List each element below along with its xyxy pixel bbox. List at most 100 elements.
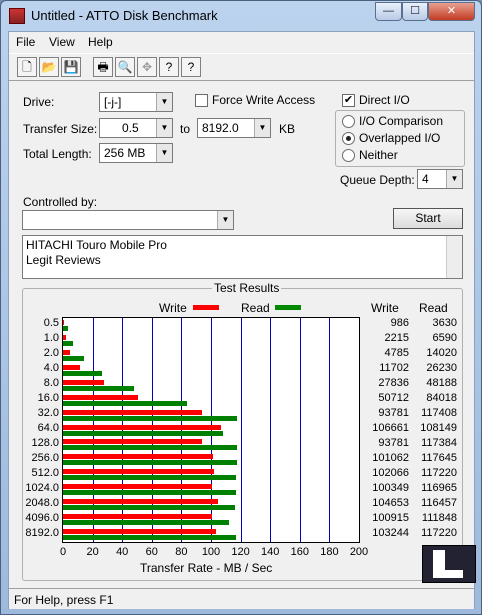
description-textarea[interactable]: HITACHI Touro Mobile Pro Legit Reviews xyxy=(22,235,463,279)
io-comparison-radio[interactable] xyxy=(342,115,355,128)
transfer-size-tick-label: 8192.0 xyxy=(25,526,59,539)
new-icon[interactable]: 🗋 xyxy=(17,57,37,77)
client-area: File View Help 🗋 📂 💾 🖶 🔍 ✥ ? ? Drive: [-… xyxy=(8,31,475,609)
save-icon[interactable]: 💾 xyxy=(61,57,81,77)
io-comparison-label: I/O Comparison xyxy=(359,114,444,128)
menu-help[interactable]: Help xyxy=(88,35,113,49)
write-bar xyxy=(63,439,202,445)
write-legend-swatch xyxy=(193,305,219,310)
overlapped-io-radio[interactable] xyxy=(342,132,355,145)
to-label: to xyxy=(180,122,191,136)
legit-reviews-logo xyxy=(422,545,476,583)
neither-radio[interactable] xyxy=(342,149,355,162)
help-icon[interactable]: ? xyxy=(159,57,179,77)
direct-io-checkbox[interactable]: ✔ xyxy=(342,94,355,107)
overlapped-io-label: Overlapped I/O xyxy=(359,131,441,145)
read-value: 117384 xyxy=(421,436,457,449)
read-bar xyxy=(63,340,73,346)
transfer-size-tick-label: 1.0 xyxy=(43,332,59,345)
menu-view[interactable]: View xyxy=(49,35,75,49)
transfer-size-tick-label: 4.0 xyxy=(43,362,59,375)
write-bar xyxy=(63,499,218,505)
x-tick-label: 200 xyxy=(349,546,369,558)
move-icon[interactable]: ✥ xyxy=(137,57,157,77)
x-tick-label: 140 xyxy=(261,546,280,558)
force-write-checkbox[interactable] xyxy=(195,94,208,107)
neither-label: Neither xyxy=(359,148,398,162)
description-line-1: HITACHI Touro Mobile Pro xyxy=(26,238,167,252)
chevron-down-icon: ▼ xyxy=(446,170,462,188)
write-value: 100915 xyxy=(372,511,409,524)
read-value: 116457 xyxy=(421,496,457,509)
write-value: 93781 xyxy=(378,436,409,449)
write-bar xyxy=(63,334,67,340)
transfer-size-tick-label: 512.0 xyxy=(31,466,59,479)
drive-label: Drive: xyxy=(23,95,55,109)
read-value: 84018 xyxy=(426,392,457,405)
toolbar: 🗋 📂 💾 🖶 🔍 ✥ ? ? xyxy=(9,53,474,81)
start-button[interactable]: Start xyxy=(393,208,463,229)
read-bar xyxy=(63,415,237,421)
controlled-by-select[interactable]: ▼ xyxy=(22,210,234,230)
total-length-select[interactable]: 256 MB ▼ xyxy=(99,143,173,163)
chevron-down-icon: ▼ xyxy=(156,93,172,111)
write-value: 2215 xyxy=(384,332,409,345)
x-tick-label: 20 xyxy=(86,546,99,558)
read-bar xyxy=(63,520,229,526)
title-bar[interactable]: Untitled - ATTO Disk Benchmark — ☐ ✕ xyxy=(1,1,481,31)
description-scrollbar[interactable] xyxy=(446,236,462,278)
transfer-size-tick-label: 8.0 xyxy=(43,377,59,390)
read-value: 117645 xyxy=(421,451,457,464)
transfer-size-tick-label: 2.0 xyxy=(43,347,59,360)
menu-file[interactable]: File xyxy=(16,35,35,49)
kb-unit-label: KB xyxy=(279,122,296,136)
write-value: 106661 xyxy=(372,422,409,434)
queue-depth-label: Queue Depth: xyxy=(340,173,415,187)
drive-select[interactable]: [-j-] ▼ xyxy=(99,92,173,112)
write-value: 100349 xyxy=(372,481,409,494)
write-value: 101062 xyxy=(372,451,409,464)
menu-bar: File View Help xyxy=(9,32,474,52)
print-icon[interactable]: 🖶 xyxy=(93,57,113,77)
read-bar xyxy=(63,505,236,511)
close-button[interactable]: ✕ xyxy=(428,2,475,21)
write-bar xyxy=(63,454,213,460)
force-write-label: Force Write Access xyxy=(212,93,316,107)
read-bar xyxy=(63,385,135,391)
x-tick-label: 120 xyxy=(231,546,250,558)
context-help-icon[interactable]: ? xyxy=(181,57,201,77)
print-preview-icon[interactable]: 🔍 xyxy=(115,57,135,77)
queue-depth-select[interactable]: 4 ▼ xyxy=(417,169,463,189)
write-value: 93781 xyxy=(378,407,409,420)
transfer-size-tick-label: 0.5 xyxy=(43,317,59,330)
read-value: 14020 xyxy=(426,347,457,360)
grid-line xyxy=(270,318,271,542)
read-bar xyxy=(63,325,69,331)
grid-line xyxy=(300,318,301,542)
write-bar xyxy=(63,484,212,490)
transfer-to-select[interactable]: 8192.0 ▼ xyxy=(197,118,271,138)
chevron-down-icon: ▼ xyxy=(156,119,172,137)
read-bar xyxy=(63,475,237,481)
write-value: 986 xyxy=(390,317,409,330)
read-bar xyxy=(63,370,102,376)
open-icon[interactable]: 📂 xyxy=(39,57,59,77)
minimize-button[interactable]: — xyxy=(375,2,402,21)
maximize-button[interactable]: ☐ xyxy=(402,2,428,21)
transfer-from-select[interactable]: 0.5 ▼ xyxy=(99,118,173,138)
transfer-size-tick-label: 4096.0 xyxy=(25,511,59,524)
write-bar xyxy=(63,514,213,520)
read-value: 117220 xyxy=(421,526,457,539)
write-value: 102066 xyxy=(372,466,409,479)
read-value: 111848 xyxy=(421,511,457,524)
read-value: 6590 xyxy=(432,332,457,345)
grid-line xyxy=(329,318,330,542)
total-length-label: Total Length: xyxy=(23,147,92,161)
read-column-header: Read xyxy=(419,301,448,315)
controlled-by-label: Controlled by: xyxy=(23,195,98,209)
write-value: 27836 xyxy=(378,377,409,390)
write-bar xyxy=(63,424,221,430)
write-bar xyxy=(63,349,71,355)
x-tick-label: 180 xyxy=(320,546,339,558)
status-text: For Help, press F1 xyxy=(14,593,114,607)
